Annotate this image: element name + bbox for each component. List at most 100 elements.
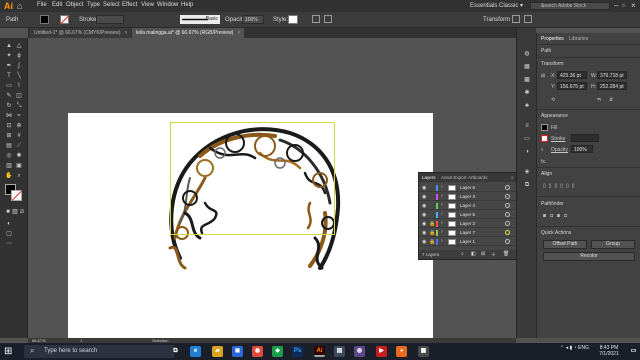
menu-help[interactable]: Help [181, 2, 193, 8]
windows-start-icon[interactable]: ⊞ [4, 346, 12, 357]
y-field[interactable]: 156.675 pt [557, 82, 587, 90]
lasso-tool-icon[interactable]: ϕ [15, 52, 23, 60]
eraser-tool-icon[interactable]: ◫ [15, 92, 23, 100]
target-icon[interactable] [505, 239, 510, 244]
rotate-icon[interactable]: ⟲ [551, 97, 555, 103]
app-icon[interactable]: ◆ [272, 346, 283, 357]
delete-layer-icon[interactable]: 🗑 [503, 251, 509, 257]
store-icon[interactable]: ◼ [232, 346, 243, 357]
opacity-label[interactable]: Opacity [551, 147, 568, 153]
tab-leila-malingga[interactable]: leila malingga.ai* @ 66.67% (RGB/Preview… [132, 28, 245, 38]
expand-icon[interactable]: › [441, 238, 443, 244]
rotate-tool-icon[interactable]: ↻ [5, 102, 13, 110]
file-explorer-icon[interactable]: ▰ [212, 346, 223, 357]
appearance-stroke-swatch[interactable] [541, 135, 548, 142]
w-field[interactable]: 376.718 pt [597, 71, 627, 79]
photoshop-icon[interactable]: Ps [292, 346, 303, 357]
recolor-button[interactable]: Recolor [543, 252, 635, 261]
target-icon[interactable] [505, 230, 510, 235]
h-field[interactable]: 252.284 pt [597, 82, 627, 90]
visibility-icon[interactable]: ◉ [422, 230, 426, 236]
isolate-icon[interactable] [512, 15, 520, 23]
menu-type[interactable]: Type [87, 2, 100, 8]
perspective-grid-tool-icon[interactable]: ⊞ [5, 132, 13, 140]
lock-icon[interactable]: 🔒 [429, 239, 435, 245]
symbol-sprayer-tool-icon[interactable]: ✺ [15, 152, 23, 160]
layer-name[interactable]: Layer 2 [460, 221, 475, 226]
mesh-tool-icon[interactable]: # [15, 132, 23, 140]
hand-tool-icon[interactable]: ✋ [5, 172, 13, 180]
width-tool-icon[interactable]: ⋈ [5, 112, 13, 120]
target-icon[interactable] [505, 194, 510, 199]
edit-toolbar-icon[interactable]: ⋯ [5, 240, 13, 248]
stroke-panel-icon[interactable]: ≡ [523, 122, 531, 130]
appearance-fill-swatch[interactable] [541, 124, 548, 131]
app-icon[interactable]: ◍ [354, 346, 365, 357]
clock[interactable]: 8:43 PM 7/1/2021 [592, 345, 626, 357]
warp-tool-icon[interactable]: ≈ [15, 112, 23, 120]
menu-file[interactable]: File [37, 2, 47, 8]
stroke-label[interactable]: Stroke [551, 136, 565, 142]
app-icon[interactable]: ▦ [418, 346, 429, 357]
menu-object[interactable]: Object [66, 2, 83, 8]
tab-libraries[interactable]: Libraries [569, 36, 588, 42]
expand-icon[interactable]: › [441, 211, 443, 217]
tab-untitled[interactable]: Untitled-1* @ 66.67% (CMYK/Preview) × [30, 28, 132, 38]
align-icon[interactable] [324, 15, 332, 23]
swatches-icon[interactable]: ▩ [523, 76, 531, 84]
target-icon[interactable] [505, 212, 510, 217]
make-clipping-mask-icon[interactable]: ◧ [471, 251, 476, 257]
fill-swatch[interactable] [40, 15, 49, 24]
minimize-icon[interactable]: – [614, 1, 618, 10]
align-buttons-icon[interactable]: ▯▯▯▯▯▯ [543, 183, 578, 189]
offset-path-button[interactable]: Offset Path [543, 240, 587, 249]
menu-effect[interactable]: Effect [122, 2, 137, 8]
target-icon[interactable] [505, 185, 510, 190]
menu-select[interactable]: Select [103, 2, 120, 8]
flip-horizontal-icon[interactable]: ⇋ [597, 97, 601, 103]
stroke-swatch[interactable] [60, 15, 69, 24]
x-field[interactable]: 425.36 pt [557, 71, 587, 79]
blend-tool-icon[interactable]: ◎ [5, 152, 13, 160]
app-icon[interactable]: ▶ [376, 346, 387, 357]
layer-name[interactable]: Layer 1 [460, 239, 475, 244]
visibility-icon[interactable]: ◉ [422, 185, 426, 191]
firefox-icon[interactable]: ◕ [396, 346, 407, 357]
reference-point-icon[interactable]: ⊞ [541, 73, 545, 79]
lock-icon[interactable]: 🔒 [429, 221, 435, 227]
menu-edit[interactable]: Edit [52, 2, 62, 8]
home-icon[interactable]: ⌂ [17, 1, 22, 11]
opacity-field[interactable]: 100% [242, 15, 264, 24]
layer-name[interactable]: Layer 4 [460, 203, 475, 208]
layer-row[interactable]: ◉ › Layer 3 [419, 193, 518, 201]
create-sublayer-icon[interactable]: ⊞ [481, 251, 485, 257]
shape-builder-tool-icon[interactable]: ⊕ [15, 122, 23, 130]
recolor-icon[interactable] [312, 15, 320, 23]
stroke-color-box[interactable] [11, 190, 22, 201]
panel-menu-icon[interactable]: ≡ [511, 175, 514, 180]
menu-window[interactable]: Window [157, 2, 178, 8]
brush-definition-dropdown[interactable]: Basic [180, 15, 220, 24]
taskbar-search[interactable]: ⌕ Type here to search [24, 345, 174, 358]
panel-menu-icon[interactable] [524, 15, 532, 23]
gradient-panel-icon[interactable]: ▭ [523, 135, 531, 143]
visibility-icon[interactable]: ◉ [422, 239, 426, 245]
graph-tool-icon[interactable]: ▥ [5, 162, 13, 170]
new-layer-icon[interactable]: ＋ [491, 251, 496, 258]
target-icon[interactable] [505, 203, 510, 208]
eyedropper-tool-icon[interactable]: ⟋ [15, 142, 23, 150]
stock-search-input[interactable]: ⌕ Search Adobe Stock [530, 2, 610, 10]
target-icon[interactable] [505, 221, 510, 226]
flip-vertical-icon[interactable]: ⇵ [609, 97, 613, 103]
visibility-icon[interactable]: ◉ [422, 221, 426, 227]
chrome-icon[interactable]: ◉ [252, 346, 263, 357]
artboard-tool-icon[interactable]: ▣ [15, 162, 23, 170]
edge-icon[interactable]: e [190, 346, 201, 357]
fx-button[interactable]: fx. [541, 159, 546, 165]
workspace-switcher[interactable]: Essentials Classic ▾ [470, 2, 523, 9]
illustrator-icon[interactable]: Ai [314, 346, 325, 357]
expand-icon[interactable]: › [441, 220, 443, 226]
visibility-icon[interactable]: ◉ [422, 203, 426, 209]
pathfinder-buttons-icon[interactable]: ◙◘◙◘ [543, 213, 571, 219]
curvature-tool-icon[interactable]: ∫ [15, 62, 23, 70]
